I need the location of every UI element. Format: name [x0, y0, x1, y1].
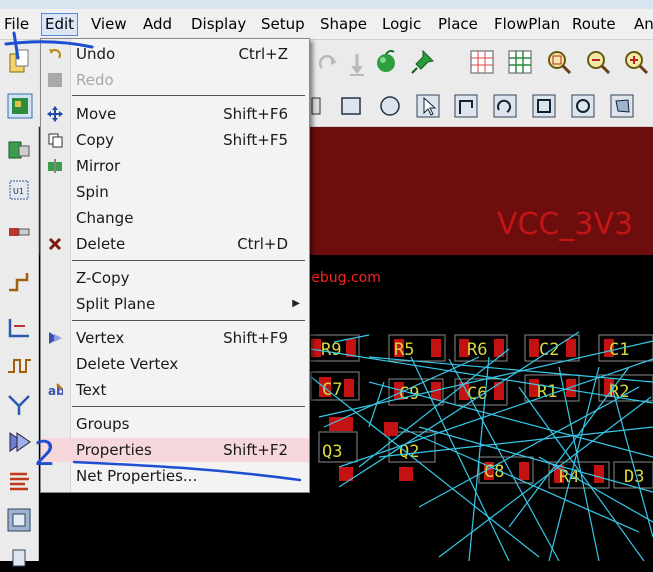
step2-mark-annotation: 2	[34, 434, 56, 474]
annotation-overlay: 2	[4, 31, 302, 482]
properties-underline-annotation	[72, 460, 302, 482]
step1-mark-annotation	[12, 31, 20, 60]
edit-underline-annotation	[4, 40, 94, 49]
